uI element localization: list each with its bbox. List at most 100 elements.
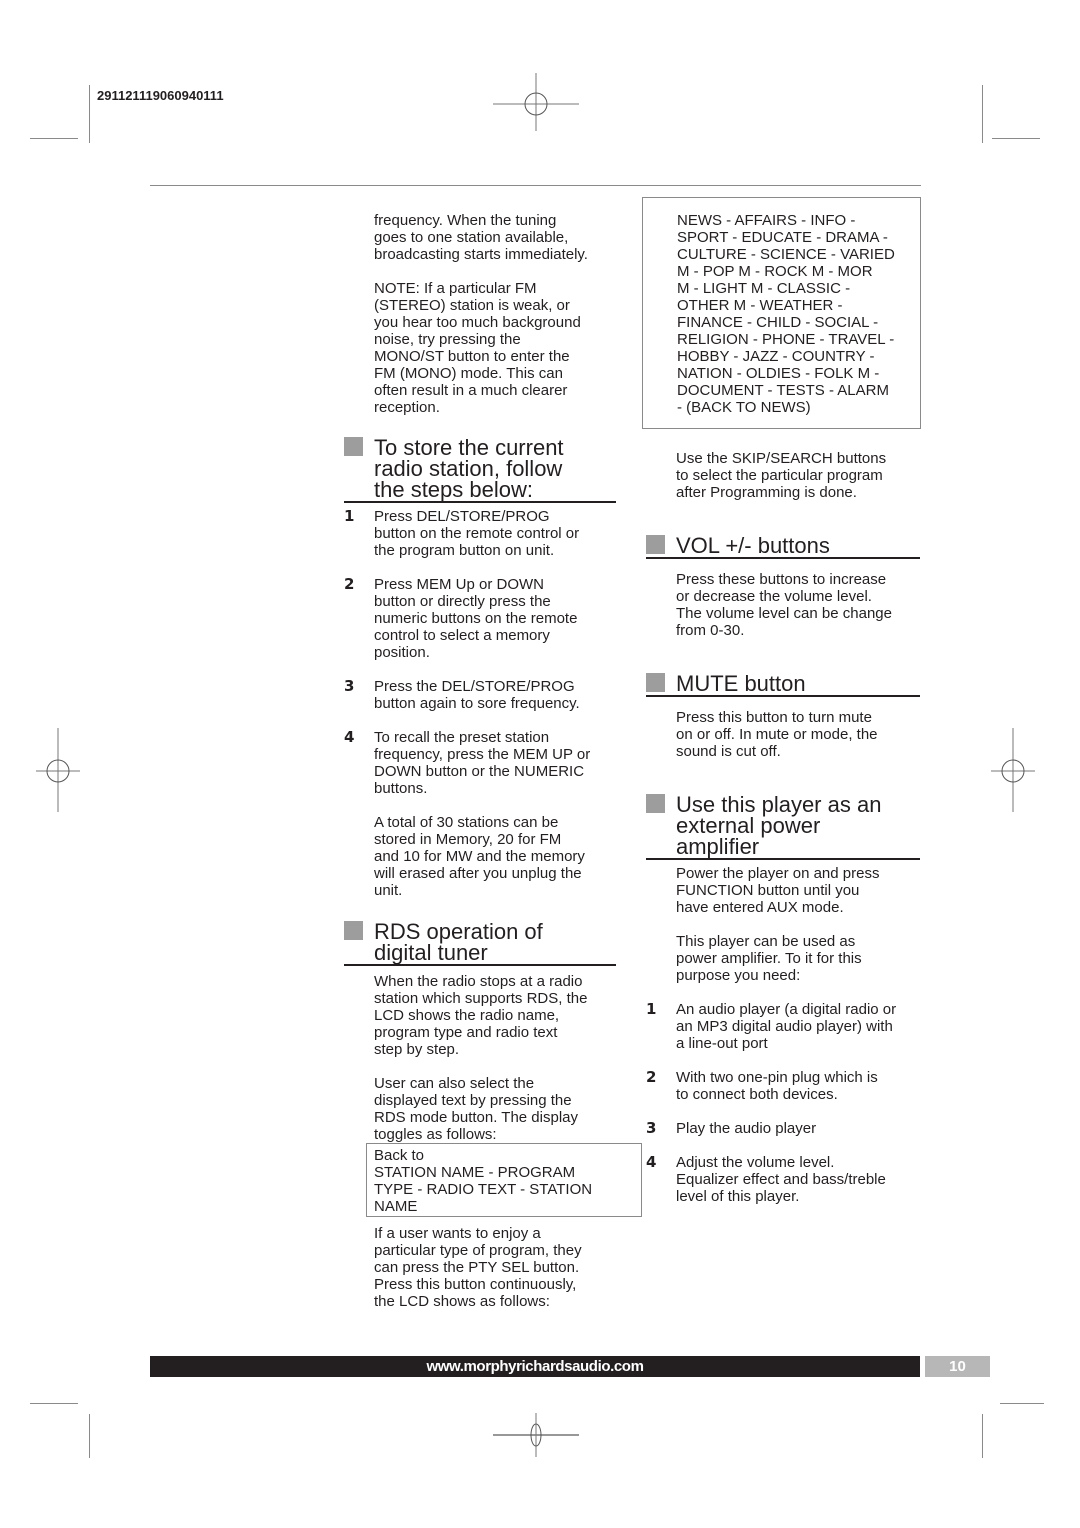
text-line: Press the DEL/STORE/PROG xyxy=(374,678,575,695)
rds-paragraph: User can also select the displayed text … xyxy=(344,1075,616,1143)
text-line: broadcasting starts immediately. xyxy=(374,246,588,263)
step-number: 2 xyxy=(646,1068,657,1086)
text-line: and 10 for MW and the memory xyxy=(374,848,585,865)
text-line: To recall the preset station xyxy=(374,729,550,746)
heading-line: digital tuner xyxy=(374,940,488,965)
amp-step: 4 Adjust the volume level. Equalizer eff… xyxy=(646,1153,920,1206)
text-line: Press this button to turn mute xyxy=(676,709,872,726)
text-line: STATION NAME - PROGRAM xyxy=(374,1164,576,1181)
text-line: power amplifier. To it for this xyxy=(676,950,862,967)
crop-mark xyxy=(1000,1403,1044,1404)
amp-step: 1 An audio player (a digital radio or an… xyxy=(646,1000,920,1053)
left-column: frequency. When the tuning goes to one s… xyxy=(344,212,642,1327)
registration-mark-top xyxy=(493,73,579,159)
section-heading-mute: MUTE button xyxy=(646,673,920,697)
text-line: buttons. xyxy=(374,780,428,797)
text-line: FM (MONO) mode. This can xyxy=(374,365,563,382)
heading-line: radio station, follow xyxy=(374,456,563,481)
rds-paragraph: When the radio stops at a radio station … xyxy=(344,973,616,1058)
step-number: 4 xyxy=(646,1153,657,1171)
text-line: often result in a much clearer xyxy=(374,382,568,399)
footer-website-bar: www.morphyrichardsaudio.com xyxy=(150,1356,920,1377)
text-line: frequency. When the tuning xyxy=(374,212,557,229)
text-line: If a user wants to enjoy a xyxy=(374,1225,541,1242)
text-line: the program button on unit. xyxy=(374,542,555,559)
text-line: noise, try pressing the xyxy=(374,331,521,348)
text-line: RDS mode button. The display xyxy=(374,1109,579,1126)
text-line: button on the remote control or xyxy=(374,525,580,542)
heading-line: To store the current xyxy=(374,435,564,460)
text-line: reception. xyxy=(374,399,440,416)
intro-paragraph: frequency. When the tuning goes to one s… xyxy=(344,212,616,263)
text-line: position. xyxy=(374,644,430,661)
text-line: NEWS - AFFAIRS - INFO - xyxy=(677,212,856,229)
text-line: toggles as follows: xyxy=(374,1126,497,1143)
crop-mark xyxy=(30,1403,78,1404)
text-line: or decrease the volume level. xyxy=(676,588,872,605)
crop-mark xyxy=(992,138,1040,139)
text-line: M - POP M - ROCK M - MOR xyxy=(677,263,873,280)
text-line: program type and radio text xyxy=(374,1024,558,1041)
registration-mark-left xyxy=(14,726,100,812)
text-line: from 0-30. xyxy=(676,622,745,639)
crop-mark xyxy=(982,1414,983,1458)
heading-line: amplifier xyxy=(676,834,760,859)
text-line: The volume level can be change xyxy=(676,605,892,622)
note-paragraph: NOTE: If a particular FM (STEREO) statio… xyxy=(344,280,616,416)
heading-line: the steps below: xyxy=(374,477,533,502)
text-line: to connect both devices. xyxy=(676,1086,838,1103)
text-line: DOCUMENT - TESTS - ALARM xyxy=(677,382,889,399)
step-number: 1 xyxy=(344,507,355,525)
store-step: 3 Press the DEL/STORE/PROG button again … xyxy=(344,677,616,713)
step-number: 3 xyxy=(344,677,355,695)
store-step: 4 To recall the preset station frequency… xyxy=(344,729,616,798)
text-line: stored in Memory, 20 for FM xyxy=(374,831,562,848)
text-line: the LCD shows as follows: xyxy=(374,1293,550,1310)
crop-mark xyxy=(89,85,90,143)
text-line: Press these buttons to increase xyxy=(676,571,887,588)
memory-note: A total of 30 stations can be stored in … xyxy=(344,814,616,899)
section-bullet-icon xyxy=(646,535,665,554)
section-bullet-icon xyxy=(344,921,363,940)
text-line: M - LIGHT M - CLASSIC - xyxy=(677,280,851,297)
page-number: 10 xyxy=(925,1356,990,1377)
job-code: 291121119060940111 xyxy=(97,88,224,103)
text-line: to select the particular program xyxy=(676,467,883,484)
pty-paragraph: If a user wants to enjoy a particular ty… xyxy=(344,1225,616,1310)
text-line: LCD shows the radio name, xyxy=(374,1007,560,1024)
text-line: (STEREO) station is weak, or xyxy=(374,297,570,314)
text-line: DOWN button or the NUMERIC xyxy=(374,763,585,780)
heading-line: Use this player as an xyxy=(676,792,882,817)
text-line: RELIGION - PHONE - TRAVEL - xyxy=(677,331,895,348)
text-line: on or off. In mute or mode, the xyxy=(676,726,878,743)
text-line: you hear too much background xyxy=(374,314,581,331)
text-line: When the radio stops at a radio xyxy=(374,973,583,990)
section-heading-rds: RDS operation of digital tuner xyxy=(344,921,616,966)
text-line: Back to xyxy=(374,1147,425,1164)
text-line: button or directly press the xyxy=(374,593,551,610)
crop-mark xyxy=(30,138,78,139)
vol-paragraph: Press these buttons to increase or decre… xyxy=(646,571,920,639)
text-line: have entered AUX mode. xyxy=(676,899,844,916)
step-number: 1 xyxy=(646,1000,657,1018)
text-line: level of this player. xyxy=(676,1188,800,1205)
amp-paragraph: This player can be used as power amplifi… xyxy=(646,933,920,984)
text-line: particular type of program, they xyxy=(374,1242,582,1259)
text-line: HOBBY - JAZZ - COUNTRY - xyxy=(677,348,875,365)
crop-mark xyxy=(982,85,983,143)
website-link[interactable]: www.morphyrichardsaudio.com xyxy=(426,1358,643,1375)
text-line: Play the audio player xyxy=(676,1120,817,1137)
text-line: With two one-pin plug which is xyxy=(676,1069,878,1086)
text-line: NAME xyxy=(374,1198,418,1215)
text-line: SPORT - EDUCATE - DRAMA - xyxy=(677,229,888,246)
text-line: station which supports RDS, the xyxy=(374,990,588,1007)
rds-toggle-box: Back to STATION NAME - PROGRAM TYPE - RA… xyxy=(366,1143,642,1217)
text-line: button again to sore frequency. xyxy=(374,695,580,712)
text-line: purpose you need: xyxy=(676,967,801,984)
pty-list-box: NEWS - AFFAIRS - INFO - SPORT - EDUCATE … xyxy=(642,197,921,429)
text-line: OTHER M - WEATHER - xyxy=(677,297,843,314)
text-line: Press this button continuously, xyxy=(374,1276,577,1293)
section-bullet-icon xyxy=(646,673,665,692)
heading-line: RDS operation of xyxy=(374,919,543,944)
step-number: 2 xyxy=(344,575,355,593)
